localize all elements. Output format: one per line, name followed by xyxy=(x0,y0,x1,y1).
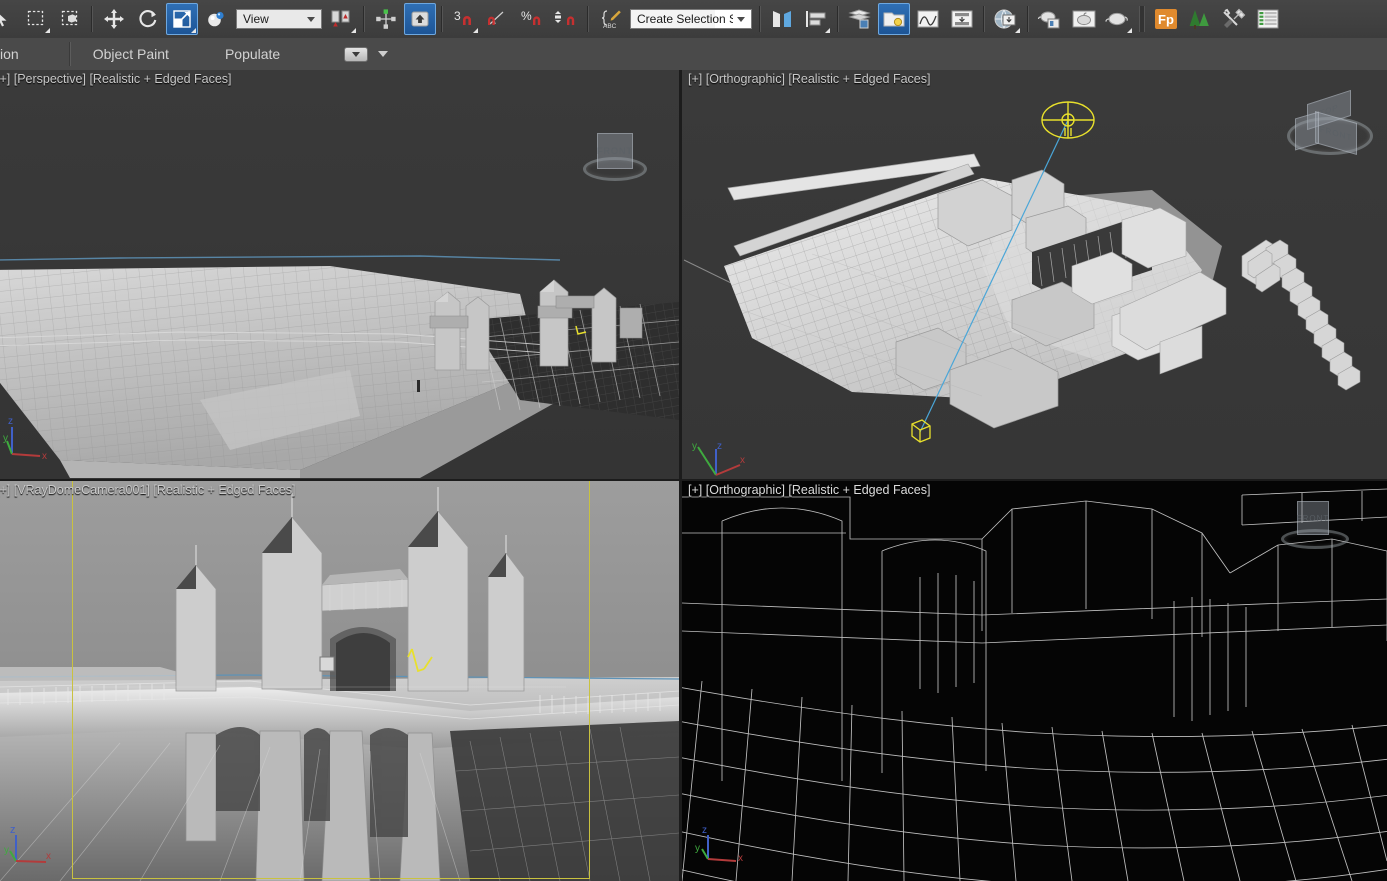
viewcube-orthographic[interactable]: TOP FRONT xyxy=(1281,85,1377,167)
railclone-tools[interactable] xyxy=(1218,3,1250,35)
flyout-corner-icon xyxy=(191,28,196,33)
axis-tripod-camera: z y x xyxy=(2,821,62,881)
toolbar-separator xyxy=(1027,6,1029,32)
svg-text:x: x xyxy=(738,853,743,864)
spinner-snap-toggle[interactable] xyxy=(550,3,582,35)
rendered-frame-window[interactable] xyxy=(1068,3,1100,35)
viewport-orthographic-top[interactable]: [+] [Orthographic] [Realistic + Edged Fa… xyxy=(682,70,1387,479)
coordinate-system-combo[interactable]: View xyxy=(236,9,322,29)
flyout-corner-icon xyxy=(45,28,50,33)
coordinate-system-value: View xyxy=(243,12,269,26)
toolbar-separator xyxy=(363,6,365,32)
percent-snap-toggle[interactable]: % xyxy=(516,3,548,35)
toolbar-separator xyxy=(759,6,761,32)
select-and-link-tool[interactable] xyxy=(404,3,436,35)
window-crossing-toggle[interactable] xyxy=(54,3,86,35)
named-selection-set-combo[interactable]: Create Selection S xyxy=(630,9,752,29)
svg-text:y: y xyxy=(692,441,697,452)
edit-named-selection-sets[interactable]: ABC xyxy=(594,3,626,35)
curve-editor[interactable] xyxy=(912,3,944,35)
align-tool[interactable] xyxy=(800,3,832,35)
toolbar-separator xyxy=(983,6,985,32)
render-setup[interactable] xyxy=(1034,3,1066,35)
svg-text:z: z xyxy=(10,824,16,836)
toolbar-separator xyxy=(91,6,93,32)
viewport-orthographic-wire-label[interactable]: [+] [Orthographic] [Realistic + Edged Fa… xyxy=(686,483,930,497)
forest-pack-trees[interactable] xyxy=(1184,3,1216,35)
render-production[interactable] xyxy=(1102,3,1134,35)
svg-text:z: z xyxy=(702,825,707,836)
viewport-orthographic-top-label[interactable]: [+] [Orthographic] [Realistic + Edged Fa… xyxy=(686,72,930,86)
menu-item-selection[interactable]: ion xyxy=(0,46,19,62)
viewport-vraydomecamera-label[interactable]: [+] [VRayDomeCamera001] [Realistic + Edg… xyxy=(0,483,295,497)
toolbar-separator xyxy=(587,6,589,32)
use-pivot-point-center[interactable] xyxy=(326,3,358,35)
main-toolbar: View 3 % ABC Create Selection S Fp xyxy=(0,0,1387,39)
chevron-down-icon[interactable] xyxy=(303,10,319,28)
forest-pack-button[interactable]: Fp xyxy=(1150,3,1182,35)
flyout-corner-icon xyxy=(1127,28,1132,33)
svg-text:y: y xyxy=(4,845,9,856)
reference-coordinate-icon[interactable] xyxy=(200,3,232,35)
angle-snap-toggle[interactable] xyxy=(482,3,514,35)
viewport-perspective[interactable]: [+] [Perspective] [Realistic + Edged Fac… xyxy=(0,70,679,479)
svg-text:z: z xyxy=(717,441,722,452)
populate-flyout-button[interactable] xyxy=(344,46,369,62)
layer-explorer[interactable] xyxy=(844,3,876,35)
viewport-grid: [+] [Perspective] [Realistic + Edged Fac… xyxy=(0,70,1387,881)
toolbar-separator xyxy=(1139,6,1145,32)
select-and-move-tool[interactable] xyxy=(98,3,130,35)
flyout-corner-icon xyxy=(351,28,356,33)
snaps-toggle-3d[interactable]: 3 xyxy=(448,3,480,35)
viewcube-perspective[interactable]: FRONT xyxy=(579,125,649,185)
svg-text:ABC: ABC xyxy=(603,23,617,30)
flyout-corner-icon xyxy=(1015,28,1020,33)
select-and-rotate-tool[interactable] xyxy=(132,3,164,35)
schematic-view[interactable] xyxy=(946,3,978,35)
spreadsheet-tool[interactable] xyxy=(1252,3,1284,35)
axis-tripod-perspective: z y x xyxy=(2,409,62,469)
ribbon-tab-strip: ion Object Paint Populate xyxy=(0,38,1387,71)
axis-tripod-orthographic: z y x xyxy=(690,437,750,479)
menu-item-populate[interactable]: Populate xyxy=(225,46,280,62)
svg-text:x: x xyxy=(46,851,51,862)
viewport-perspective-label[interactable]: [+] [Perspective] [Realistic + Edged Fac… xyxy=(0,72,232,86)
select-object-tool[interactable] xyxy=(0,3,18,35)
svg-text:y: y xyxy=(695,843,700,854)
material-editor-globe[interactable] xyxy=(990,3,1022,35)
menu-item-object-paint[interactable]: Object Paint xyxy=(93,46,169,62)
toolbar-separator xyxy=(441,6,443,32)
chevron-down-icon[interactable] xyxy=(378,51,389,57)
viewport-orthographic-wire[interactable]: [+] [Orthographic] [Realistic + Edged Fa… xyxy=(682,481,1387,881)
svg-text:z: z xyxy=(8,416,13,427)
flyout-corner-icon xyxy=(473,28,478,33)
max-main-window: View 3 % ABC Create Selection S Fp ion O… xyxy=(0,0,1387,881)
viewcube-orthographic-wire[interactable]: FRONT xyxy=(1277,495,1349,553)
menustrip-separator xyxy=(68,42,71,66)
svg-text:x: x xyxy=(42,451,47,462)
perspective-scene xyxy=(0,70,679,479)
viewcube-face-left[interactable] xyxy=(1295,111,1319,151)
svg-text:x: x xyxy=(740,455,745,466)
viewport-vraydomecamera[interactable]: [+] [VRayDomeCamera001] [Realistic + Edg… xyxy=(0,481,679,881)
svg-text:Fp: Fp xyxy=(1158,12,1174,27)
camera-scene xyxy=(0,481,679,881)
rectangular-selection-region[interactable] xyxy=(20,3,52,35)
svg-text:%: % xyxy=(521,9,532,23)
chevron-down-icon[interactable] xyxy=(733,10,749,28)
select-and-place-tool[interactable] xyxy=(370,3,402,35)
viewcube-face-front[interactable]: FRONT xyxy=(597,133,633,169)
flyout-corner-icon xyxy=(825,28,830,33)
svg-text:3: 3 xyxy=(454,9,461,23)
svg-text:y: y xyxy=(3,433,8,444)
named-selection-set-value: Create Selection S xyxy=(637,12,733,26)
mirror-tool[interactable] xyxy=(766,3,798,35)
scene-explorer[interactable] xyxy=(878,3,910,35)
select-and-scale-tool[interactable] xyxy=(166,3,198,35)
viewcube-face-front[interactable]: FRONT xyxy=(1297,501,1329,535)
axis-tripod-wire: z y x xyxy=(694,817,754,877)
toolbar-separator xyxy=(837,6,839,32)
